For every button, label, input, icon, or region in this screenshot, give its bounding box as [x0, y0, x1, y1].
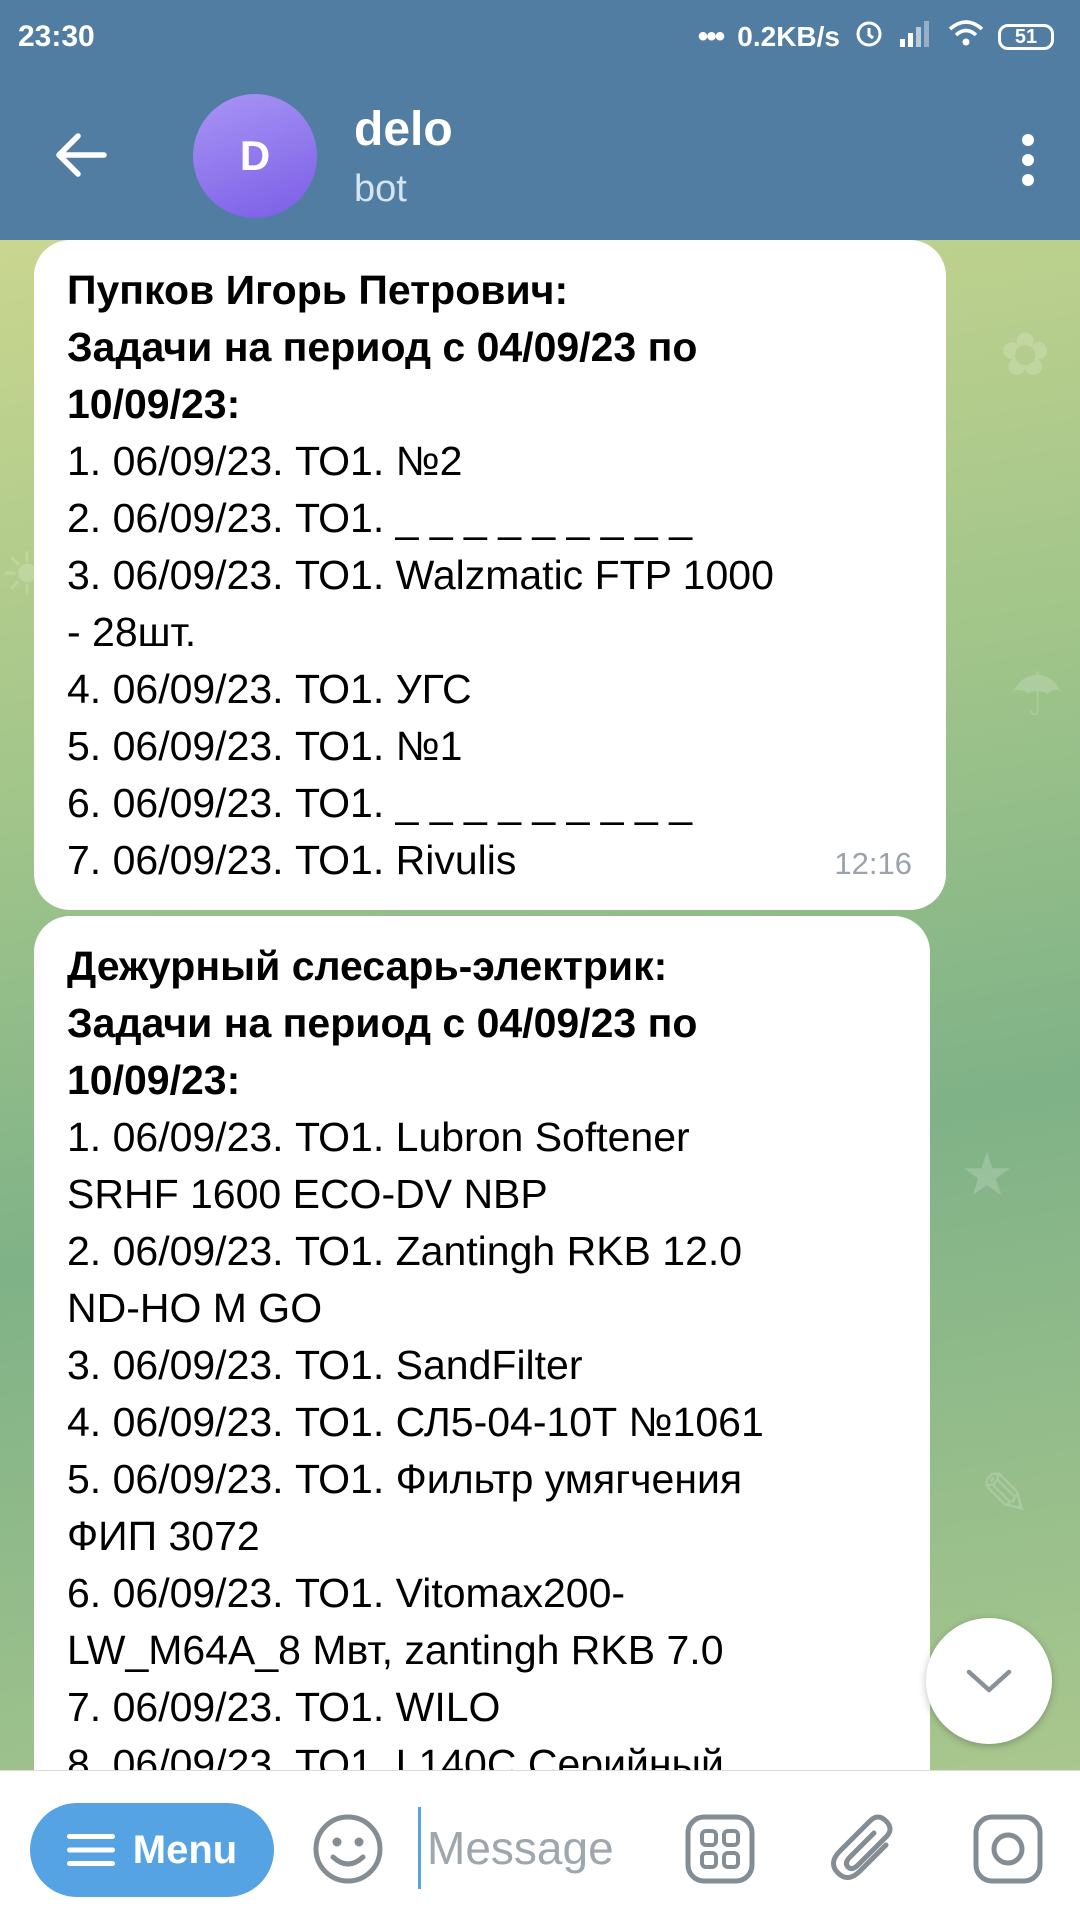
- attach-icon: [831, 1814, 893, 1880]
- camera-button[interactable]: [970, 1811, 1046, 1887]
- task-line: LW_M64A_8 Мвт, zantingh RKB 7.0: [67, 1627, 724, 1673]
- task-line: 4. 06/09/23. ТО1. СЛ5-04-10Т №1061: [67, 1399, 764, 1445]
- task-line: 1. 06/09/23. ТО1. Lubron Softener: [67, 1114, 690, 1160]
- menu-label: Menu: [132, 1827, 238, 1872]
- task-line: 6. 06/09/23. ТО1. _ _ _ _ _ _ _ _ _: [67, 780, 692, 826]
- status-bar: 23:30 ••• 0.2KB/s 51: [0, 0, 1080, 72]
- avatar[interactable]: D: [193, 94, 317, 218]
- task-line: 6. 06/09/23. ТО1. Vitomax200-: [67, 1570, 626, 1616]
- message-title-line: 10/09/23:: [67, 1057, 241, 1103]
- wallpaper-doodle-icon: ✿: [1000, 321, 1051, 388]
- task-line: 5. 06/09/23. ТО1. Фильтр умягчения: [67, 1456, 743, 1502]
- task-line: ФИП 3072: [67, 1513, 260, 1559]
- wifi-icon: [948, 19, 984, 55]
- chat-title[interactable]: delo: [354, 102, 453, 157]
- camera-icon: [973, 1814, 1043, 1884]
- task-line: 3. 06/09/23. ТО1. Walzmatic FTP 1000: [67, 552, 774, 598]
- task-line: SRHF 1600 ECO-DV NBP: [67, 1171, 548, 1217]
- chat-subtitle: bot: [354, 168, 407, 210]
- message-title-line: Пупков Игорь Петрович:: [67, 267, 569, 313]
- message-bubble[interactable]: Дежурный слесарь-электрик: Задачи на пер…: [34, 916, 930, 1770]
- status-icons: ••• 0.2KB/s 51: [698, 18, 1054, 56]
- bot-menu-button[interactable]: Menu: [30, 1803, 274, 1897]
- bot-commands-button[interactable]: [682, 1811, 758, 1887]
- chat-area[interactable]: ✿ ☂ ★ ✎ ☀ Пупков Игорь Петрович: Задачи …: [0, 240, 1080, 1770]
- emoji-button[interactable]: [310, 1811, 386, 1887]
- scroll-down-button[interactable]: [926, 1618, 1052, 1744]
- back-arrow-icon: [56, 133, 107, 177]
- task-line: 1. 06/09/23. ТО1. №2: [67, 438, 463, 484]
- attach-button[interactable]: [826, 1811, 902, 1887]
- task-line: 3. 06/09/23. ТО1. SandFilter: [67, 1342, 583, 1388]
- message-title-line: Задачи на период с 04/09/23 по: [67, 1000, 698, 1046]
- wallpaper-doodle-icon: ★: [960, 1141, 1014, 1208]
- battery-icon: 51: [998, 24, 1054, 50]
- signal-icon: [898, 19, 934, 55]
- message-input-bar: Menu: [0, 1770, 1080, 1921]
- task-line: 2. 06/09/23. ТО1. Zantingh RKB 12.0: [67, 1228, 743, 1274]
- network-speed: 0.2KB/s: [737, 21, 840, 52]
- apps-grid-icon: [685, 1814, 755, 1884]
- status-time: 23:30: [18, 20, 95, 53]
- task-line: 8. 06/09/23. ТО1. L140C Серийный: [67, 1741, 724, 1770]
- more-vert-icon: [1022, 134, 1034, 186]
- chat-header: D delo bot: [0, 72, 1080, 240]
- more-button[interactable]: [1018, 132, 1038, 188]
- message-title-line: 10/09/23:: [67, 381, 241, 427]
- chevron-down-icon: [966, 1669, 1012, 1693]
- task-line: - 28шт.: [67, 609, 197, 655]
- menu-lines-icon: [66, 1834, 115, 1866]
- task-line: 7. 06/09/23. ТО1. WILO: [67, 1684, 501, 1730]
- message-input[interactable]: [418, 1807, 689, 1889]
- message-title-line: Дежурный слесарь-электрик:: [67, 943, 668, 989]
- message-bubble[interactable]: Пупков Игорь Петрович: Задачи на период …: [34, 240, 946, 910]
- wallpaper-doodle-icon: ✎: [980, 1461, 1031, 1528]
- back-button[interactable]: [52, 130, 112, 180]
- message-time: 12:16: [834, 846, 912, 881]
- message-title-line: Задачи на период с 04/09/23 по: [67, 324, 698, 370]
- task-line: 2. 06/09/23. ТО1. _ _ _ _ _ _ _ _ _: [67, 495, 692, 541]
- emoji-icon: [313, 1814, 383, 1884]
- task-line: 4. 06/09/23. ТО1. УГС: [67, 666, 472, 712]
- task-line: ND-HO M GO: [67, 1285, 323, 1331]
- alarm-icon: [854, 18, 884, 56]
- task-line: 7. 06/09/23. ТО1. Rivulis: [67, 837, 517, 883]
- task-line: 5. 06/09/23. ТО1. №1: [67, 723, 463, 769]
- dots-icon: •••: [697, 20, 725, 53]
- wallpaper-doodle-icon: ☂: [1010, 661, 1064, 728]
